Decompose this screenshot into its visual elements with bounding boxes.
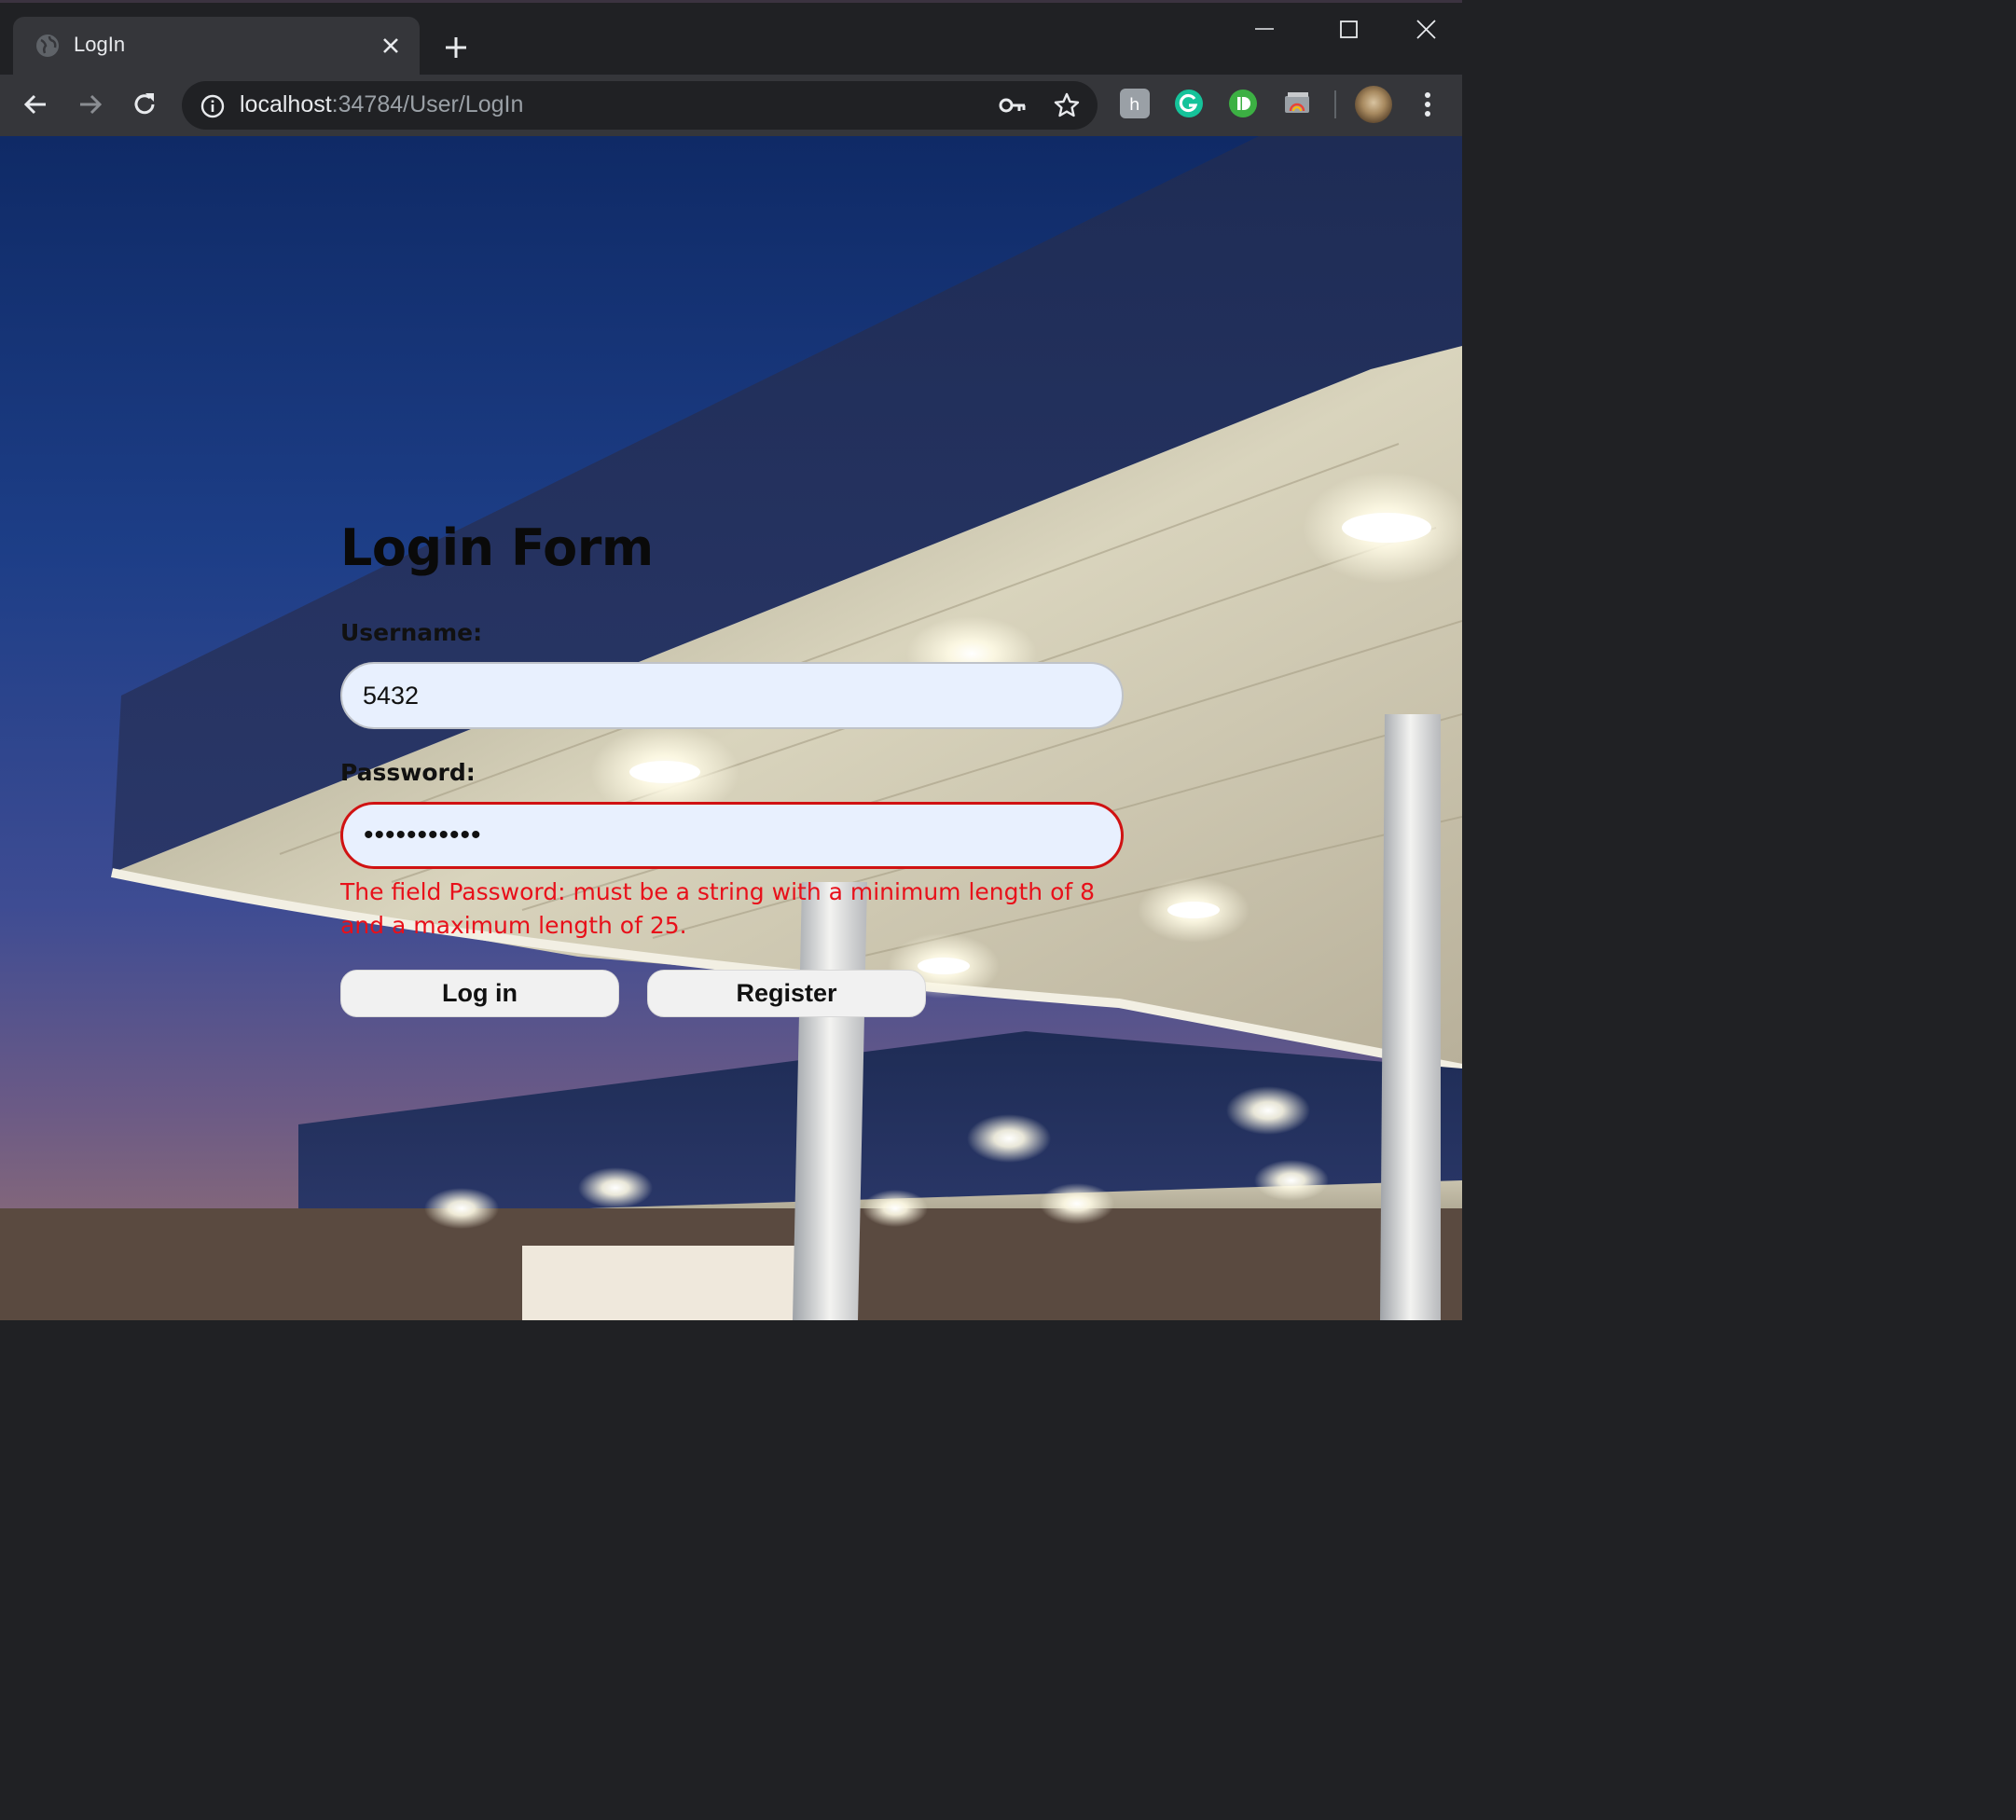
- close-tab-icon[interactable]: [380, 34, 402, 57]
- bookmark-star-icon[interactable]: [1053, 91, 1081, 119]
- maximize-icon[interactable]: [1330, 16, 1367, 49]
- new-tab-icon[interactable]: [442, 34, 470, 62]
- password-label: Password:: [340, 759, 476, 786]
- tab-login[interactable]: LogIn: [13, 17, 420, 75]
- url-text[interactable]: localhost:34784/User/LogIn: [240, 91, 523, 118]
- register-button[interactable]: Register: [647, 970, 926, 1017]
- minimize-icon[interactable]: [1246, 16, 1283, 49]
- globe-icon: [36, 34, 59, 57]
- tab-strip: LogIn: [0, 3, 1462, 75]
- page-viewport: Login Form Username: 5432 Password: ••••…: [0, 136, 1462, 1320]
- username-input[interactable]: 5432: [340, 662, 1124, 729]
- cast-extension-icon[interactable]: [1282, 89, 1312, 118]
- username-label: Username:: [340, 619, 483, 646]
- login-button[interactable]: Log in: [340, 970, 619, 1017]
- address-bar[interactable]: localhost:34784/User/LogIn: [182, 81, 1098, 130]
- password-input[interactable]: •••••••••••: [340, 802, 1124, 869]
- browser-toolbar: localhost:34784/User/LogIn h: [0, 75, 1462, 136]
- reload-icon[interactable]: [130, 90, 159, 119]
- extension-h-icon[interactable]: h: [1120, 89, 1150, 118]
- close-window-icon[interactable]: [1408, 16, 1445, 49]
- profile-avatar[interactable]: [1355, 86, 1392, 123]
- grammarly-icon[interactable]: [1174, 89, 1204, 118]
- url-path: :34784/User/LogIn: [331, 91, 524, 117]
- tab-title: LogIn: [74, 33, 126, 56]
- back-icon[interactable]: [21, 90, 50, 119]
- toolbar-separator: [1334, 90, 1336, 118]
- extension-d-icon[interactable]: [1228, 89, 1258, 118]
- menu-dots-icon[interactable]: [1415, 90, 1440, 119]
- site-info-icon[interactable]: [200, 94, 225, 118]
- page-title: Login Form: [340, 518, 654, 577]
- url-host: localhost: [240, 91, 332, 117]
- forward-icon[interactable]: [76, 90, 105, 119]
- key-icon[interactable]: [999, 93, 1027, 117]
- password-validation-error: The field Password: must be a string wit…: [340, 878, 1096, 939]
- svg-text:h: h: [1129, 95, 1139, 115]
